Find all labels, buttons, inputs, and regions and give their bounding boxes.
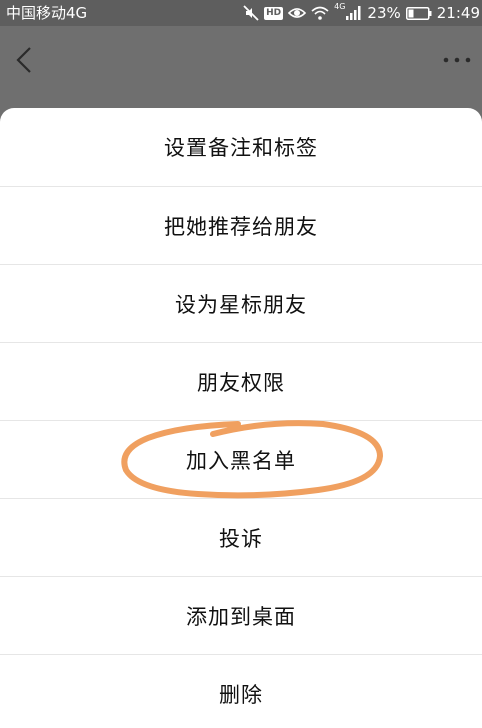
wifi-icon: [311, 6, 329, 20]
clock: 21:49: [436, 4, 480, 22]
menu-item-recommend-to-friend[interactable]: 把她推荐给朋友: [0, 187, 482, 265]
nav-bar: [0, 26, 482, 110]
hd-icon: HD: [264, 6, 284, 20]
menu-item-add-to-blacklist[interactable]: 加入黑名单: [0, 421, 482, 499]
chevron-left-icon: [8, 47, 40, 82]
menu-item-star-friend[interactable]: 设为星标朋友: [0, 265, 482, 343]
menu-item-delete[interactable]: 删除: [0, 655, 482, 728]
status-icons: HD 4G 23% 21:49: [243, 0, 482, 26]
status-bar: 中国移动4G HD 4G 23% 21:49: [0, 0, 482, 26]
battery-icon: [405, 6, 432, 20]
more-button[interactable]: [440, 48, 474, 72]
mute-icon: [243, 5, 259, 21]
back-button[interactable]: [8, 42, 40, 78]
menu-item-set-remark-tags[interactable]: 设置备注和标签: [0, 108, 482, 187]
menu-item-friend-permissions[interactable]: 朋友权限: [0, 343, 482, 421]
action-sheet: 设置备注和标签 把她推荐给朋友 设为星标朋友 朋友权限 加入黑名单 投诉 添加到…: [0, 108, 482, 728]
signal-icon: [346, 6, 362, 20]
battery-percent: 23%: [367, 4, 401, 22]
more-dots-icon: [440, 57, 474, 76]
eye-icon: [288, 6, 307, 20]
network-type-label: 4G: [334, 2, 346, 11]
menu-item-add-to-desktop[interactable]: 添加到桌面: [0, 577, 482, 655]
carrier-label: 中国移动4G: [6, 4, 88, 22]
menu-item-report[interactable]: 投诉: [0, 499, 482, 577]
